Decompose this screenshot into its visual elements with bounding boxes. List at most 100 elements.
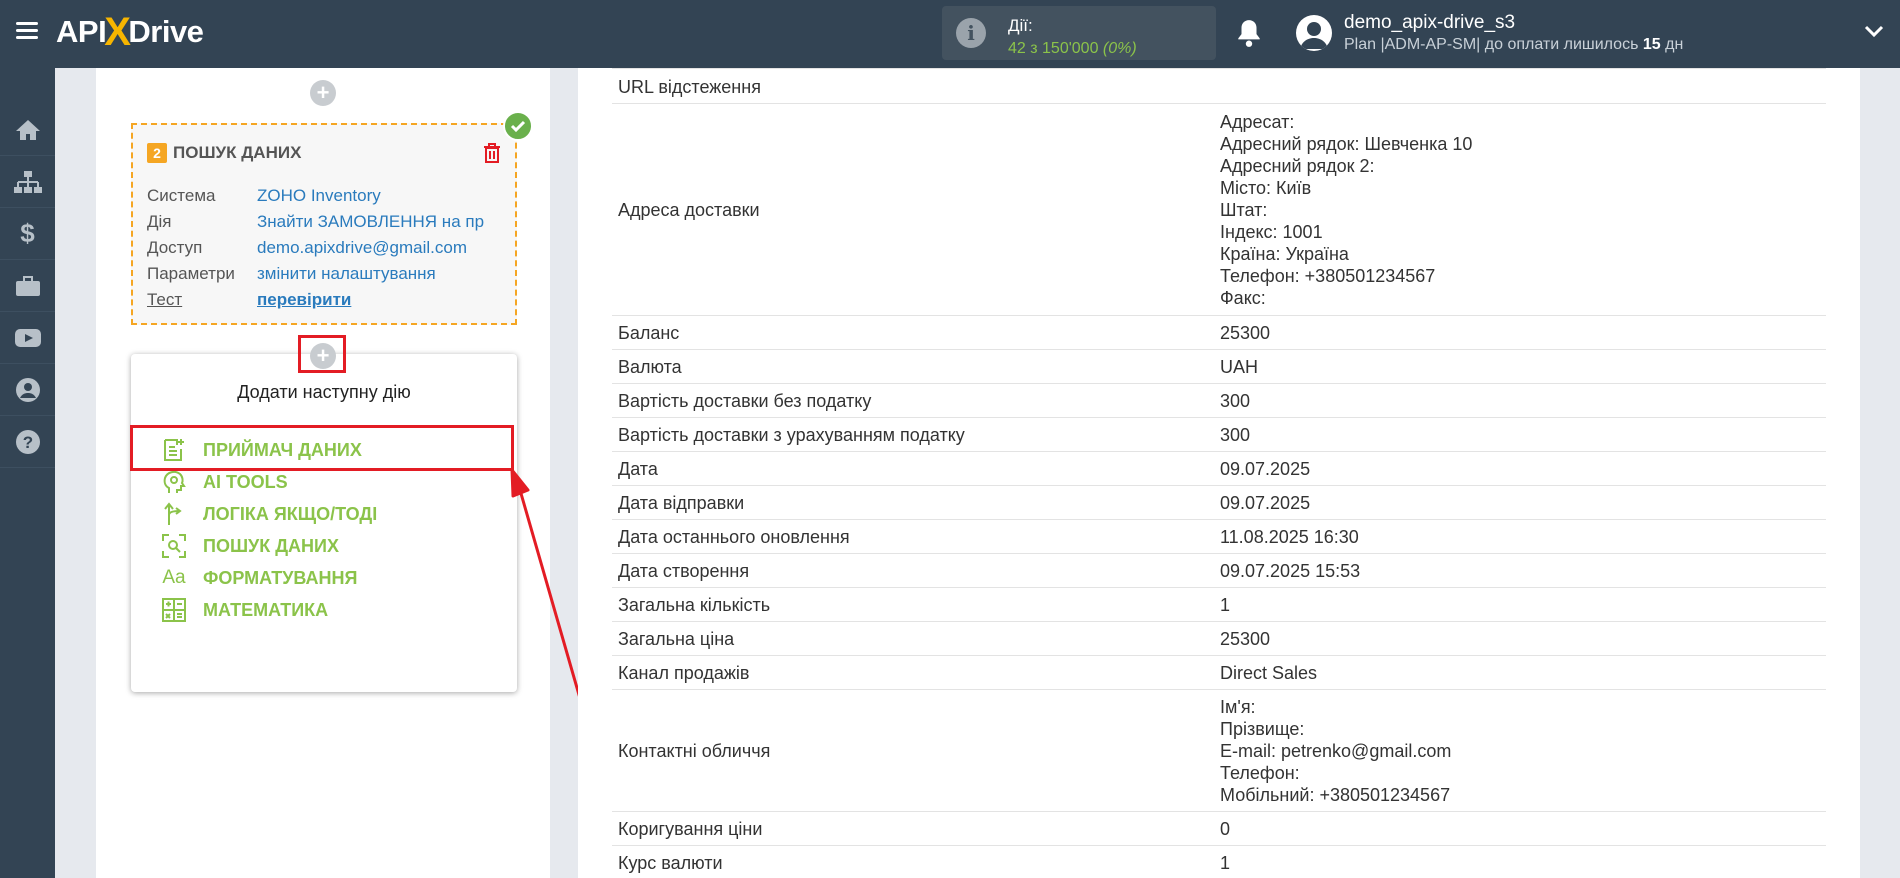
menu-item-math[interactable]: МАТЕМАТИКА <box>161 594 328 626</box>
field-value: 09.07.2025 15:53 <box>1220 560 1360 582</box>
value-line: Факс: <box>1220 288 1266 308</box>
table-row: Дата 09.07.2025 <box>612 452 1826 486</box>
value-line: 09.07.2025 15:53 <box>1220 561 1361 581</box>
field-label: Контактні обличчя <box>618 741 771 761</box>
left-panel: + 2 ПОШУК ДАНИХ Система ZOHO Inventory Ді… <box>96 68 550 878</box>
value-line: Direct Sales <box>1220 663 1318 683</box>
field-value: 300 <box>1220 390 1250 412</box>
field-label: Коригування ціни <box>618 819 763 839</box>
sidebar-item-profile[interactable] <box>0 364 55 416</box>
test-link[interactable]: перевірити <box>257 287 351 313</box>
menu-item-data-search[interactable]: ПОШУК ДАНИХ <box>161 530 339 562</box>
field-label: URL відстеження <box>618 77 761 97</box>
change-settings-link[interactable]: змінити налаштування <box>257 261 436 287</box>
bell-icon[interactable] <box>1236 18 1262 48</box>
calculator-icon <box>161 597 187 623</box>
value-line: 300 <box>1220 391 1251 411</box>
table-row: Дата створення 09.07.2025 15:53 <box>612 554 1826 588</box>
actions-counter: i Дії: 42 з 150'000 (0%) <box>942 6 1216 60</box>
highlight-data-receiver <box>130 425 514 471</box>
sidebar-item-structure[interactable] <box>0 156 55 208</box>
menu-item-logic[interactable]: ЛОГІКА ЯКЩО/ТОДІ <box>161 498 377 530</box>
field-label: Дата створення <box>618 561 750 581</box>
table-row: Контактні обличчя Ім'я: Прізвище: E-mail: p… <box>612 690 1826 812</box>
table-row: Вартість доставки з урахуванням податку 3… <box>612 418 1826 452</box>
value-line: Місто: Київ <box>1220 178 1312 198</box>
svg-text:?: ? <box>22 433 32 452</box>
field-label: Вартість доставки з урахуванням податку <box>618 425 965 445</box>
briefcase-icon <box>15 275 40 296</box>
add-step-plus-icon[interactable]: + <box>310 80 336 106</box>
home-icon <box>15 119 40 140</box>
sidebar-item-billing[interactable]: $ <box>0 208 55 260</box>
user-circle-icon <box>15 377 40 402</box>
field-label: Баланс <box>618 323 680 343</box>
check-icon <box>503 111 533 141</box>
table-row: Дата останнього оновлення 11.08.2025 16:3… <box>612 520 1826 554</box>
step-row-system: Система ZOHO Inventory <box>147 186 381 205</box>
avatar[interactable] <box>1296 15 1332 51</box>
value-line: Адресний рядок: Шевченка 10 <box>1220 134 1473 154</box>
field-value: 09.07.2025 <box>1220 458 1310 480</box>
user-name[interactable]: demo_apix-drive_s3 <box>1344 12 1515 34</box>
field-value: 25300 <box>1220 322 1270 344</box>
value-line: Адресат: <box>1220 112 1295 132</box>
value-line: Індекс: 1001 <box>1220 222 1323 242</box>
value-line: 1 <box>1220 853 1231 873</box>
value-line: 0 <box>1220 819 1231 839</box>
table-row: Курс валюти 1 <box>612 846 1826 878</box>
step-row-test: Тест перевірити <box>147 287 484 313</box>
value-line: Телефон: <box>1220 763 1300 783</box>
value-line: 25300 <box>1220 629 1271 649</box>
step-card-data-search[interactable]: 2 ПОШУК ДАНИХ Система ZOHO Inventory Дія З… <box>131 111 533 325</box>
field-label: Валюта <box>618 357 682 377</box>
apixdrive-logo[interactable]: API X Drive <box>56 10 204 54</box>
trash-icon[interactable] <box>483 143 501 163</box>
field-value: Ім'я: Прізвище: E-mail: petrenko@gmail.com… <box>1220 696 1451 806</box>
sidebar-item-services[interactable] <box>0 260 55 312</box>
field-value: Адресат: Адресний рядок: Шевченка 10 Адрес… <box>1220 111 1472 309</box>
field-label: Загальна кількість <box>618 595 771 615</box>
value-line: 300 <box>1220 425 1251 445</box>
sidebar-item-video[interactable] <box>0 312 55 364</box>
sidebar-item-help[interactable]: ? <box>0 416 55 468</box>
field-value: Direct Sales <box>1220 662 1317 684</box>
chevron-down-icon[interactable] <box>1864 24 1884 38</box>
field-label: Канал продажів <box>618 663 750 683</box>
field-value: 25300 <box>1220 628 1270 650</box>
data-panel: URL відстеження Адреса доставки Адресат: Ад… <box>578 68 1860 878</box>
value-line: UAH <box>1220 357 1259 377</box>
value-line: Мобільний: +380501234567 <box>1220 785 1451 805</box>
highlight-plus-button <box>298 335 346 373</box>
sidebar-item-home[interactable] <box>0 104 55 156</box>
field-label: Дата відправки <box>618 493 745 513</box>
step-row-action: Дія Знайти ЗАМОВЛЕННЯ на пр <box>147 212 485 231</box>
table-row: Загальна кількість 1 <box>612 588 1826 622</box>
step-number: 2 <box>147 143 167 163</box>
menu-icon[interactable] <box>16 22 38 40</box>
value-line: 1 <box>1220 595 1231 615</box>
table-row: Коригування ціни 0 <box>612 812 1826 846</box>
popup-title: Додати наступну дію <box>237 382 411 402</box>
value-line: 11.08.2025 16:30 <box>1220 527 1359 547</box>
table-row: Дата відправки 09.07.2025 <box>612 486 1826 520</box>
table-row: Баланс 25300 <box>612 316 1826 350</box>
table-row: URL відстеження <box>612 68 1826 104</box>
field-label: Вартість доставки без податку <box>618 391 872 411</box>
value-line: 09.07.2025 <box>1220 459 1311 479</box>
branch-icon <box>161 501 187 527</box>
field-value: 300 <box>1220 424 1250 446</box>
dollar-icon: $ <box>20 218 35 248</box>
field-value: 1 <box>1220 852 1230 874</box>
question-icon: ? <box>15 429 40 454</box>
table-row: Валюта UAH <box>612 350 1826 384</box>
info-icon: i <box>956 18 986 48</box>
field-label: Курс валюти <box>618 853 723 873</box>
menu-item-formatting[interactable]: Aa ФОРМАТУВАННЯ <box>161 562 357 594</box>
font-format-icon: Aa <box>162 567 186 588</box>
value-line: 09.07.2025 <box>1220 493 1311 513</box>
field-value: 09.07.2025 <box>1220 492 1310 514</box>
table-row: Канал продажів Direct Sales <box>612 656 1826 690</box>
top-bar: API X Drive i Дії: 42 з 150'000 (0%) demo_… <box>0 0 1900 68</box>
value-line: Штат: <box>1220 200 1268 220</box>
